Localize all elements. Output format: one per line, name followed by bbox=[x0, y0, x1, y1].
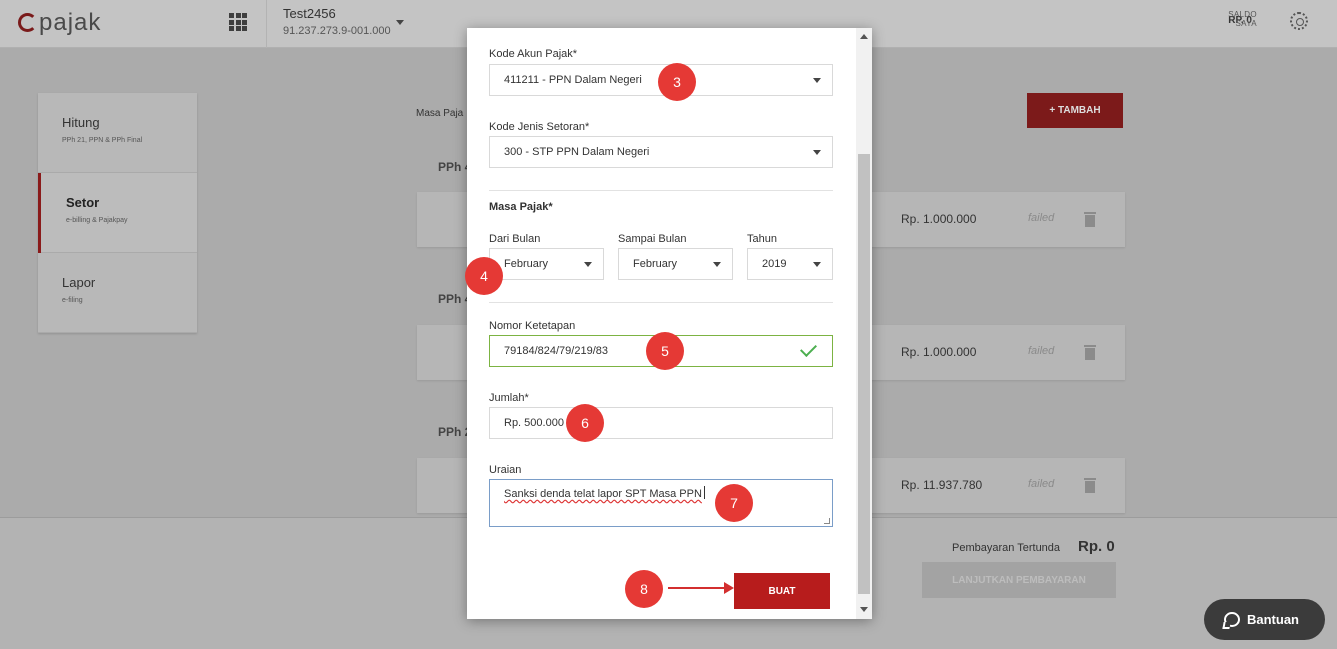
kode-jenis-value: 300 - STP PPN Dalam Negeri bbox=[504, 146, 650, 158]
uraian-value: Sanksi denda telat lapor SPT Masa PPN bbox=[504, 488, 702, 500]
continue-payment-button[interactable]: LANJUTKAN PEMBAYARAN bbox=[922, 562, 1116, 598]
uraian-label: Uraian bbox=[489, 464, 522, 476]
row-amount: Rp. 1.000.000 bbox=[901, 212, 977, 226]
create-billing-modal: Kode Akun Pajak* 411211 - PPN Dalam Nege… bbox=[467, 28, 872, 619]
jumlah-input[interactable]: Rp. 500.000 bbox=[489, 407, 833, 439]
tahun-label: Tahun bbox=[747, 233, 777, 245]
apps-grid-icon[interactable] bbox=[229, 13, 247, 31]
masa-pajak-filter-label: Masa Paja bbox=[416, 108, 464, 119]
chevron-down-icon bbox=[713, 262, 721, 267]
chevron-down-icon bbox=[584, 262, 592, 267]
add-button[interactable]: + TAMBAH bbox=[1027, 93, 1123, 128]
sidebar-item-label: Lapor bbox=[62, 275, 96, 290]
pending-payment-label: Pembayaran Tertunda bbox=[952, 542, 1061, 554]
company-npwp: 91.237.273.9-001.000 bbox=[283, 25, 391, 37]
arrow-icon bbox=[668, 587, 726, 589]
masa-pajak-label: Masa Pajak* bbox=[489, 201, 553, 213]
nomor-ketetapan-value: 79184/824/79/219/83 bbox=[504, 345, 608, 357]
scroll-up-icon[interactable] bbox=[860, 34, 868, 39]
divider bbox=[489, 302, 833, 303]
status-badge: failed bbox=[1028, 345, 1055, 357]
dari-bulan-value: February bbox=[504, 258, 549, 270]
kode-akun-label: Kode Akun Pajak* bbox=[489, 48, 578, 60]
divider bbox=[489, 190, 833, 191]
resize-handle-icon[interactable] bbox=[824, 518, 830, 524]
sampai-bulan-select[interactable]: February bbox=[618, 248, 733, 280]
company-name: Test2456 bbox=[283, 6, 336, 21]
sidebar-item-label: Hitung bbox=[62, 115, 100, 130]
kode-jenis-label: Kode Jenis Setoran* bbox=[489, 121, 590, 133]
kode-jenis-select[interactable]: 300 - STP PPN Dalam Negeri bbox=[489, 136, 833, 168]
balance-label: SALDO SAYA bbox=[1228, 10, 1257, 28]
text-cursor bbox=[703, 486, 705, 499]
row-amount: Rp. 1.000.000 bbox=[901, 345, 977, 359]
sidebar-item-sub: PPh 21, PPN & PPh Final bbox=[62, 137, 143, 144]
help-button[interactable]: Bantuan bbox=[1204, 599, 1325, 640]
gear-icon[interactable] bbox=[1290, 12, 1308, 30]
step-marker: 5 bbox=[646, 332, 684, 370]
step-marker: 4 bbox=[465, 257, 503, 295]
step-marker: 8 bbox=[625, 570, 663, 608]
nomor-ketetapan-label: Nomor Ketetapan bbox=[489, 320, 576, 332]
status-badge: failed bbox=[1028, 478, 1055, 490]
trash-icon[interactable] bbox=[1084, 212, 1096, 227]
modal-scrollbar[interactable] bbox=[856, 28, 872, 619]
sidebar-item-lapor[interactable]: Lapor e-filing bbox=[38, 253, 197, 333]
sampai-bulan-label: Sampai Bulan bbox=[618, 233, 687, 245]
sidebar-item-sub: e-billing & Pajakpay bbox=[66, 217, 128, 224]
sidebar-item-sub: e-filing bbox=[62, 297, 83, 304]
balance-display: SALDO SAYA RP. 0 bbox=[1228, 10, 1256, 28]
chevron-down-icon bbox=[813, 262, 821, 267]
trash-icon[interactable] bbox=[1084, 478, 1096, 493]
step-marker: 6 bbox=[566, 404, 604, 442]
jumlah-label: Jumlah* bbox=[489, 392, 529, 404]
chevron-down-icon bbox=[813, 150, 821, 155]
tahun-value: 2019 bbox=[762, 258, 787, 270]
divider bbox=[266, 0, 267, 48]
row-amount: Rp. 11.937.780 bbox=[901, 478, 983, 492]
trash-icon[interactable] bbox=[1084, 345, 1096, 360]
sidebar-item-hitung[interactable]: Hitung PPh 21, PPN & PPh Final bbox=[38, 93, 197, 173]
check-icon bbox=[800, 340, 817, 357]
chat-bubble-icon bbox=[1224, 612, 1240, 627]
jumlah-value: Rp. 500.000 bbox=[504, 417, 564, 429]
company-switcher[interactable]: Test2456 91.237.273.9-001.000 bbox=[283, 6, 391, 37]
tahun-select[interactable]: 2019 bbox=[747, 248, 833, 280]
sidebar-item-setor[interactable]: Setor e-billing & Pajakpay bbox=[38, 173, 197, 253]
scroll-thumb[interactable] bbox=[858, 154, 870, 594]
status-badge: failed bbox=[1028, 212, 1055, 224]
sidebar: Hitung PPh 21, PPN & PPh Final Setor e-b… bbox=[38, 93, 197, 333]
chevron-down-icon bbox=[813, 78, 821, 83]
arrow-head-icon bbox=[724, 582, 734, 594]
uraian-textarea[interactable]: Sanksi denda telat lapor SPT Masa PPN bbox=[489, 479, 833, 527]
dari-bulan-select[interactable]: February bbox=[489, 248, 604, 280]
pending-payment-value: Rp. 0 bbox=[1078, 538, 1115, 555]
create-button[interactable]: BUAT bbox=[734, 573, 830, 609]
scroll-down-icon[interactable] bbox=[860, 607, 868, 612]
sidebar-item-label: Setor bbox=[66, 195, 100, 210]
step-marker: 7 bbox=[715, 484, 753, 522]
dari-bulan-label: Dari Bulan bbox=[489, 233, 541, 245]
help-label: Bantuan bbox=[1247, 612, 1299, 627]
step-marker: 3 bbox=[658, 63, 696, 101]
app-logo[interactable]: pajak bbox=[18, 9, 101, 37]
kode-akun-value: 411211 - PPN Dalam Negeri bbox=[504, 74, 642, 86]
chevron-down-icon[interactable] bbox=[396, 20, 404, 25]
sampai-bulan-value: February bbox=[633, 258, 678, 270]
